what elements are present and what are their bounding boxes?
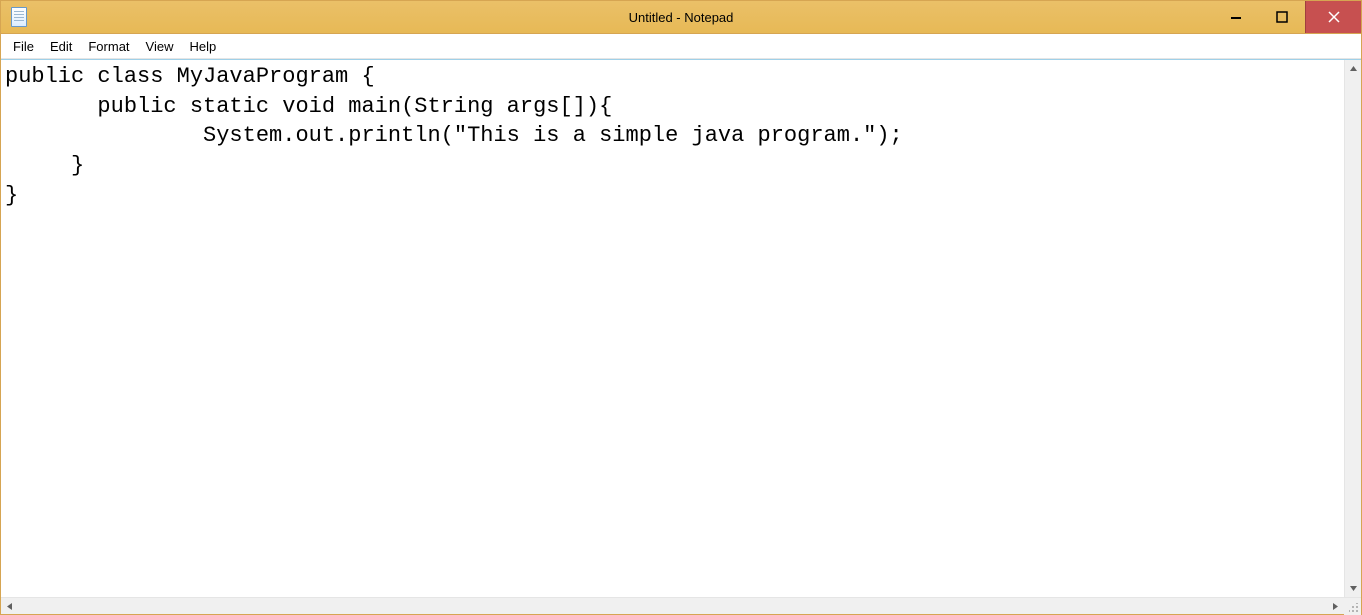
scroll-up-button[interactable]: [1345, 60, 1361, 77]
notepad-window: Untitled - Notepad File Edit Format View…: [0, 0, 1362, 615]
minimize-button[interactable]: [1213, 1, 1259, 33]
chevron-up-icon: [1349, 64, 1358, 73]
minimize-icon: [1230, 11, 1242, 23]
chevron-right-icon: [1331, 602, 1340, 611]
menu-format[interactable]: Format: [80, 36, 137, 57]
text-editor[interactable]: public class MyJavaProgram { public stat…: [1, 60, 1344, 597]
maximize-icon: [1276, 11, 1288, 23]
scroll-right-button[interactable]: [1327, 598, 1344, 614]
menu-edit[interactable]: Edit: [42, 36, 80, 57]
notepad-app-icon: [11, 7, 27, 27]
titlebar[interactable]: Untitled - Notepad: [1, 1, 1361, 34]
close-button[interactable]: [1305, 1, 1361, 33]
menu-help[interactable]: Help: [181, 36, 224, 57]
horizontal-scroll-track[interactable]: [18, 598, 1327, 614]
resize-grip[interactable]: [1344, 598, 1361, 615]
maximize-button[interactable]: [1259, 1, 1305, 33]
chevron-down-icon: [1349, 584, 1358, 593]
chevron-left-icon: [5, 602, 14, 611]
close-icon: [1328, 11, 1340, 23]
content-area: public class MyJavaProgram { public stat…: [1, 59, 1361, 597]
window-controls: [1213, 1, 1361, 33]
window-title: Untitled - Notepad: [629, 10, 734, 25]
scroll-down-button[interactable]: [1345, 580, 1361, 597]
menu-view[interactable]: View: [138, 36, 182, 57]
vertical-scroll-track[interactable]: [1345, 77, 1361, 580]
vertical-scrollbar[interactable]: [1344, 60, 1361, 597]
horizontal-scrollbar-row: [1, 597, 1361, 614]
menubar: File Edit Format View Help: [1, 34, 1361, 59]
horizontal-scrollbar[interactable]: [1, 598, 1344, 614]
scroll-left-button[interactable]: [1, 598, 18, 614]
menu-file[interactable]: File: [5, 36, 42, 57]
